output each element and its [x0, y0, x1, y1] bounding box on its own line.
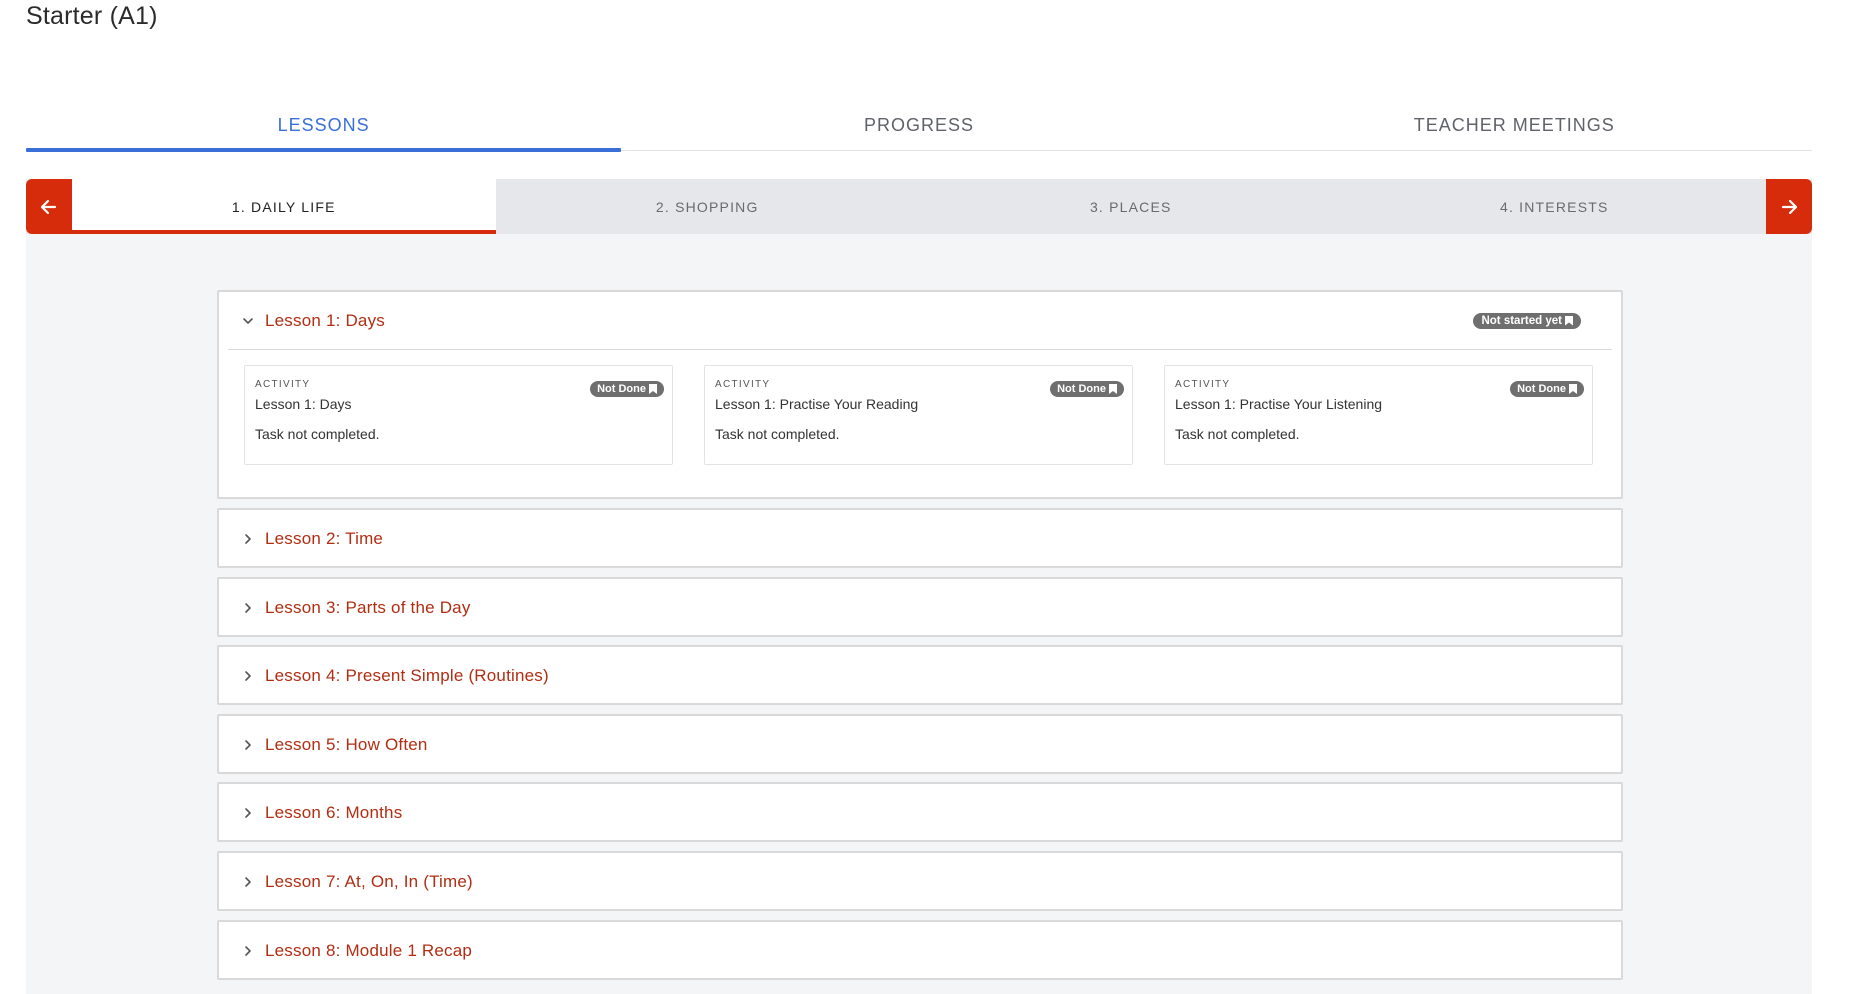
lesson-title: Lesson 4: Present Simple (Routines): [265, 665, 549, 685]
status-badge: Not started yet: [1473, 312, 1581, 329]
chevron-right-icon: [239, 804, 257, 822]
lesson-accordion[interactable]: Lesson 4: Present Simple (Routines): [217, 645, 1623, 705]
status-badge-label: Not started yet: [1481, 314, 1562, 327]
lesson-header[interactable]: Lesson 1: Days Not started yet: [219, 292, 1621, 349]
arrow-left-icon: [40, 199, 57, 214]
module-tab-daily-life[interactable]: 1. DAILY LIFE: [72, 179, 496, 234]
status-badge: Not Done: [1510, 381, 1584, 397]
chevron-down-icon: [239, 312, 257, 330]
bookmark-icon: [1569, 384, 1577, 394]
prev-module-button[interactable]: [26, 179, 72, 234]
lesson-header[interactable]: Lesson 6: Months: [219, 784, 1621, 841]
lesson-header[interactable]: Lesson 5: How Often: [219, 716, 1621, 773]
course-title: Starter (A1): [26, 2, 158, 30]
status-badge-label: Not Done: [1057, 383, 1106, 395]
bookmark-icon: [649, 384, 657, 394]
activity-status-text: Task not completed.: [1175, 426, 1300, 442]
main-tabs: LESSONS PROGRESS TEACHER MEETINGS: [26, 100, 1812, 152]
status-badge: Not Done: [590, 381, 664, 397]
lesson-title: Lesson 6: Months: [265, 802, 403, 822]
bookmark-icon: [1565, 315, 1573, 326]
module-tab-places[interactable]: 3. PLACES: [919, 179, 1343, 234]
bookmark-icon: [1109, 384, 1117, 394]
lesson-accordion[interactable]: Lesson 7: At, On, In (Time): [217, 851, 1623, 911]
lesson-header[interactable]: Lesson 8: Module 1 Recap: [219, 922, 1621, 979]
status-badge-label: Not Done: [1517, 383, 1566, 395]
lesson-accordion[interactable]: Lesson 5: How Often: [217, 714, 1623, 774]
chevron-right-icon: [239, 942, 257, 960]
lesson-accordion[interactable]: Lesson 2: Time: [217, 508, 1623, 568]
activity-title: Lesson 1: Practise Your Reading: [715, 396, 919, 412]
activity-list: ACTIVITY Lesson 1: Days Task not complet…: [219, 350, 1621, 465]
lesson-accordion[interactable]: Lesson 6: Months: [217, 782, 1623, 842]
chevron-right-icon: [239, 736, 257, 754]
chevron-right-icon: [239, 599, 257, 617]
lesson-accordion[interactable]: Lesson 8: Module 1 Recap: [217, 920, 1623, 980]
module-bar: 1. DAILY LIFE 2. SHOPPING 3. PLACES 4. I…: [26, 179, 1812, 234]
activity-status-text: Task not completed.: [255, 426, 380, 442]
lesson-title: Lesson 8: Module 1 Recap: [265, 940, 473, 960]
lesson-accordion[interactable]: Lesson 3: Parts of the Day: [217, 577, 1623, 637]
activity-status-text: Task not completed.: [715, 426, 840, 442]
tab-progress[interactable]: PROGRESS: [621, 100, 1216, 150]
status-badge-label: Not Done: [597, 383, 646, 395]
lesson-title: Lesson 3: Parts of the Day: [265, 597, 471, 617]
activity-card[interactable]: ACTIVITY Lesson 1: Days Task not complet…: [244, 365, 673, 465]
next-module-button[interactable]: [1766, 179, 1812, 234]
tab-lessons[interactable]: LESSONS: [26, 100, 622, 152]
chevron-right-icon: [239, 530, 257, 548]
lesson-title: Lesson 5: How Often: [265, 734, 428, 754]
activity-title: Lesson 1: Days: [255, 396, 352, 412]
status-badge: Not Done: [1050, 381, 1124, 397]
activity-title: Lesson 1: Practise Your Listening: [1175, 396, 1383, 412]
module-tabs: 1. DAILY LIFE 2. SHOPPING 3. PLACES 4. I…: [72, 179, 1766, 234]
module-tab-interests[interactable]: 4. INTERESTS: [1343, 179, 1767, 234]
lesson-title: Lesson 1: Days: [265, 310, 385, 330]
chevron-right-icon: [239, 873, 257, 891]
lesson-header[interactable]: Lesson 4: Present Simple (Routines): [219, 647, 1621, 704]
lesson-title: Lesson 7: At, On, In (Time): [265, 871, 473, 891]
activity-card[interactable]: ACTIVITY Lesson 1: Practise Your Listeni…: [1164, 365, 1593, 465]
activity-card[interactable]: ACTIVITY Lesson 1: Practise Your Reading…: [704, 365, 1133, 465]
tab-teacher-meetings[interactable]: TEACHER MEETINGS: [1217, 100, 1812, 150]
lesson-header[interactable]: Lesson 7: At, On, In (Time): [219, 853, 1621, 910]
module-tab-shopping[interactable]: 2. SHOPPING: [496, 179, 920, 234]
lesson-accordion: Lesson 1: Days Not started yet ACTIVITY …: [217, 290, 1623, 499]
lesson-header[interactable]: Lesson 2: Time: [219, 510, 1621, 567]
lesson-title: Lesson 2: Time: [265, 528, 384, 548]
arrow-right-icon: [1781, 199, 1798, 214]
lesson-header[interactable]: Lesson 3: Parts of the Day: [219, 579, 1621, 636]
chevron-right-icon: [239, 667, 257, 685]
